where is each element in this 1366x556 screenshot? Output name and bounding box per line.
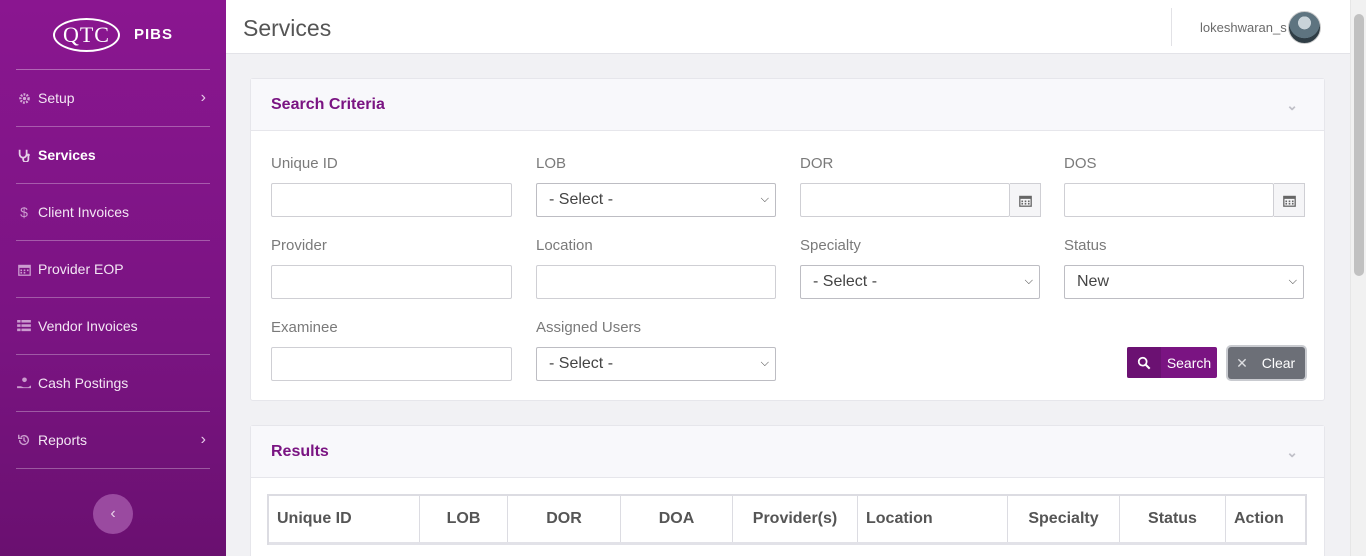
- column-header-specialty[interactable]: Specialty: [1008, 496, 1120, 542]
- search-icon: [1127, 347, 1161, 378]
- dos-calendar-button[interactable]: [1274, 183, 1305, 217]
- examinee-input[interactable]: [271, 347, 512, 381]
- chevron-down-icon: ⌵: [760, 193, 769, 205]
- sidebar-item-label: Provider EOP: [38, 261, 124, 277]
- clear-button[interactable]: ✕ Clear: [1228, 347, 1305, 379]
- location-label: Location: [536, 237, 593, 254]
- app-name: PIBS: [133, 26, 173, 43]
- calendar-icon: [16, 263, 32, 276]
- search-button-label: Search: [1166, 354, 1212, 371]
- sidebar: QTC PIBS Setup › Services $ Client Invoi…: [0, 0, 226, 556]
- panel-title: Results: [271, 442, 329, 460]
- table-header-row: Unique ID LOB DOR DOA Provider(s) Locati…: [269, 496, 1305, 542]
- history-icon: [16, 433, 32, 447]
- column-header-unique-id[interactable]: Unique ID: [269, 496, 420, 542]
- results-header[interactable]: Results ⌄: [251, 426, 1324, 478]
- specialty-selected-value: - Select -: [813, 273, 878, 290]
- dor-label: DOR: [800, 155, 834, 172]
- location-input[interactable]: [536, 265, 776, 299]
- dos-label: DOS: [1064, 155, 1097, 172]
- assigned-users-select[interactable]: - Select - ⌵: [536, 347, 776, 381]
- assigned-users-label: Assigned Users: [536, 319, 642, 336]
- sidebar-item-cash-postings[interactable]: Cash Postings: [16, 355, 210, 412]
- provider-label: Provider: [271, 237, 327, 254]
- chevron-down-icon: ⌵: [1288, 275, 1297, 287]
- specialty-select[interactable]: - Select - ⌵: [800, 265, 1040, 299]
- dor-calendar-button[interactable]: [1010, 183, 1041, 217]
- sidebar-item-label: Client Invoices: [38, 204, 130, 220]
- divider: [269, 542, 1305, 545]
- column-header-doa[interactable]: DOA: [621, 496, 733, 542]
- close-icon: ✕: [1236, 354, 1248, 371]
- column-header-location[interactable]: Location: [858, 496, 1008, 542]
- dos-input[interactable]: [1064, 183, 1274, 217]
- unique-id-input[interactable]: [271, 183, 512, 217]
- stethoscope-icon: [16, 148, 32, 162]
- chevron-down-icon[interactable]: ⌄: [1286, 444, 1298, 461]
- page-title: Services: [243, 15, 332, 41]
- lob-select[interactable]: - Select - ⌵: [536, 183, 776, 217]
- assigned-users-selected-value: - Select -: [549, 355, 614, 372]
- chevron-left-icon: ‹: [110, 505, 116, 522]
- status-label: Status: [1064, 237, 1107, 254]
- column-header-action[interactable]: Action: [1226, 496, 1305, 542]
- sidebar-item-label: Reports: [38, 432, 88, 448]
- scrollbar[interactable]: [1350, 0, 1366, 556]
- column-header-dor[interactable]: DOR: [508, 496, 621, 542]
- sidebar-collapse-button[interactable]: ‹: [93, 494, 133, 534]
- sidebar-item-client-invoices[interactable]: $ Client Invoices: [16, 184, 210, 241]
- chevron-right-icon: ›: [200, 89, 206, 106]
- sidebar-item-label: Services: [38, 147, 96, 163]
- results-panel: Results ⌄ Unique ID LOB DOR DOA Provider…: [250, 425, 1325, 556]
- table-icon: [16, 320, 32, 332]
- sidebar-item-provider-eop[interactable]: Provider EOP: [16, 241, 210, 298]
- specialty-label: Specialty: [800, 237, 861, 254]
- dor-input[interactable]: [800, 183, 1010, 217]
- sidebar-item-label: Setup: [38, 90, 75, 106]
- lob-selected-value: - Select -: [549, 191, 614, 208]
- column-header-lob[interactable]: LOB: [420, 496, 508, 542]
- hand-coin-icon: [16, 376, 32, 390]
- gear-icon: [16, 92, 32, 105]
- chevron-down-icon: ⌵: [1024, 275, 1033, 287]
- panel-title: Search Criteria: [271, 95, 385, 113]
- top-header: Services lokeshwaran_s: [226, 0, 1350, 54]
- status-select[interactable]: New ⌵: [1064, 265, 1304, 299]
- chevron-down-icon[interactable]: ⌄: [1286, 97, 1298, 114]
- results-table: Unique ID LOB DOR DOA Provider(s) Locati…: [267, 494, 1307, 545]
- sidebar-item-label: Cash Postings: [38, 375, 129, 391]
- calendar-icon: [1282, 195, 1296, 207]
- clear-button-label: Clear: [1261, 355, 1296, 371]
- search-criteria-header[interactable]: Search Criteria ⌄: [251, 79, 1324, 131]
- divider: [1171, 8, 1172, 46]
- brand[interactable]: QTC PIBS: [16, 0, 210, 70]
- sidebar-item-services[interactable]: Services: [16, 127, 210, 184]
- search-criteria-panel: Search Criteria ⌄ Unique ID LOB - Select…: [250, 78, 1325, 401]
- sidebar-item-label: Vendor Invoices: [38, 318, 138, 334]
- qtc-logo: QTC: [52, 17, 120, 52]
- chevron-down-icon: ⌵: [760, 357, 769, 369]
- search-button[interactable]: Search: [1127, 347, 1217, 378]
- username[interactable]: lokeshwaran_s: [1200, 20, 1287, 35]
- dollar-icon: $: [20, 204, 28, 220]
- sidebar-item-setup[interactable]: Setup ›: [16, 70, 210, 127]
- lob-label: LOB: [536, 155, 567, 172]
- avatar[interactable]: [1288, 11, 1321, 44]
- sidebar-item-vendor-invoices[interactable]: Vendor Invoices: [16, 298, 210, 355]
- provider-input[interactable]: [271, 265, 512, 299]
- calendar-icon: [1018, 195, 1032, 207]
- sidebar-item-reports[interactable]: Reports ›: [16, 412, 210, 469]
- examinee-label: Examinee: [271, 319, 338, 336]
- unique-id-label: Unique ID: [271, 155, 338, 172]
- scrollbar-thumb[interactable]: [1354, 14, 1364, 276]
- column-header-providers[interactable]: Provider(s): [733, 496, 858, 542]
- column-header-status[interactable]: Status: [1120, 496, 1226, 542]
- status-selected-value: New: [1077, 273, 1110, 290]
- chevron-right-icon: ›: [200, 431, 206, 448]
